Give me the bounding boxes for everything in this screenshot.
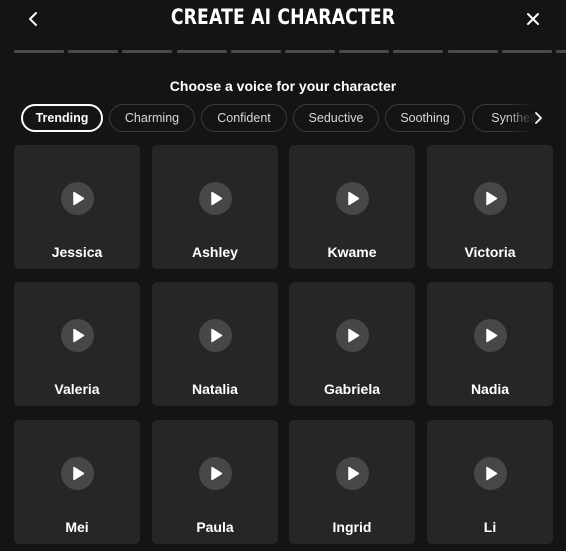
play-button[interactable] [474,457,507,490]
play-button[interactable] [199,182,232,215]
play-button[interactable] [199,319,232,352]
voice-name: Victoria [464,244,516,260]
play-button[interactable] [61,457,94,490]
voice-card-jessica[interactable]: Jessica [14,145,140,269]
play-icon [486,466,498,481]
tab-trending[interactable]: Trending [21,104,103,132]
voice-name: Ingrid [332,519,372,535]
voice-card-nadia[interactable]: Nadia [427,282,553,406]
close-button[interactable] [520,6,546,32]
voice-card-li[interactable]: Li [427,420,553,544]
voice-category-tabs: Trending Charming Confident Seductive Soothi… [21,104,553,132]
play-icon [348,466,360,481]
progress-step [68,50,118,53]
progress-step [393,50,443,53]
voice-name: Nadia [470,381,510,397]
create-character-page: CREATE AI CHARACTER Choose a voice for y… [0,0,566,551]
play-button[interactable] [474,319,507,352]
chevron-right-icon [535,112,542,124]
tab-soothing[interactable]: Soothing [385,104,465,132]
tab-confident[interactable]: Confident [201,104,287,132]
voice-card-ingrid[interactable]: Ingrid [289,420,415,544]
voice-card-natalia[interactable]: Natalia [152,282,278,406]
play-icon [211,328,223,343]
tab-label: Trending [35,111,89,125]
voice-name: Li [483,519,497,535]
tab-charming[interactable]: Charming [109,104,195,132]
play-icon [73,328,85,343]
voice-name: Gabriela [323,381,381,397]
voice-name: Kwame [327,244,377,260]
progress-step [122,50,172,53]
voice-name: Natalia [192,381,238,397]
tab-label: Confident [217,111,271,125]
tab-label: Soothing [400,111,450,125]
play-button[interactable] [474,182,507,215]
play-icon [73,466,85,481]
progress-step [339,50,389,53]
progress-bar [14,50,566,53]
play-button[interactable] [336,457,369,490]
progress-step [502,50,552,53]
back-button[interactable] [20,6,46,32]
play-button[interactable] [336,319,369,352]
voice-card-ashley[interactable]: Ashley [152,145,278,269]
play-button[interactable] [336,182,369,215]
voice-name: Valeria [54,381,100,397]
voice-name: Ashley [192,244,238,260]
play-icon [73,191,85,206]
voice-name: Jessica [51,244,103,260]
play-icon [486,328,498,343]
play-icon [211,466,223,481]
progress-step [231,50,281,53]
voice-name: Paula [196,519,234,535]
play-button[interactable] [61,319,94,352]
voice-name: Mei [65,519,89,535]
page-title: CREATE AI CHARACTER [170,5,396,29]
close-icon [527,13,539,25]
play-icon [211,191,223,206]
voice-card-victoria[interactable]: Victoria [427,145,553,269]
play-button[interactable] [199,457,232,490]
progress-step [285,50,335,53]
tabs-scroll-right-button[interactable] [528,104,550,132]
play-icon [486,191,498,206]
voice-card-kwame[interactable]: Kwame [289,145,415,269]
voice-card-paula[interactable]: Paula [152,420,278,544]
play-icon [348,191,360,206]
tab-seductive[interactable]: Seductive [293,104,379,132]
section-prompt: Choose a voice for your character [169,78,397,94]
progress-step [556,50,566,53]
tab-label: Charming [124,111,180,125]
voice-card-valeria[interactable]: Valeria [14,282,140,406]
chevron-left-icon [29,12,37,26]
play-icon [348,328,360,343]
progress-step [177,50,227,53]
progress-step [448,50,498,53]
play-button[interactable] [61,182,94,215]
tab-label: Seductive [308,111,364,125]
header: CREATE AI CHARACTER [0,0,566,40]
voice-card-mei[interactable]: Mei [14,420,140,544]
progress-step [14,50,64,53]
voice-card-gabriela[interactable]: Gabriela [289,282,415,406]
